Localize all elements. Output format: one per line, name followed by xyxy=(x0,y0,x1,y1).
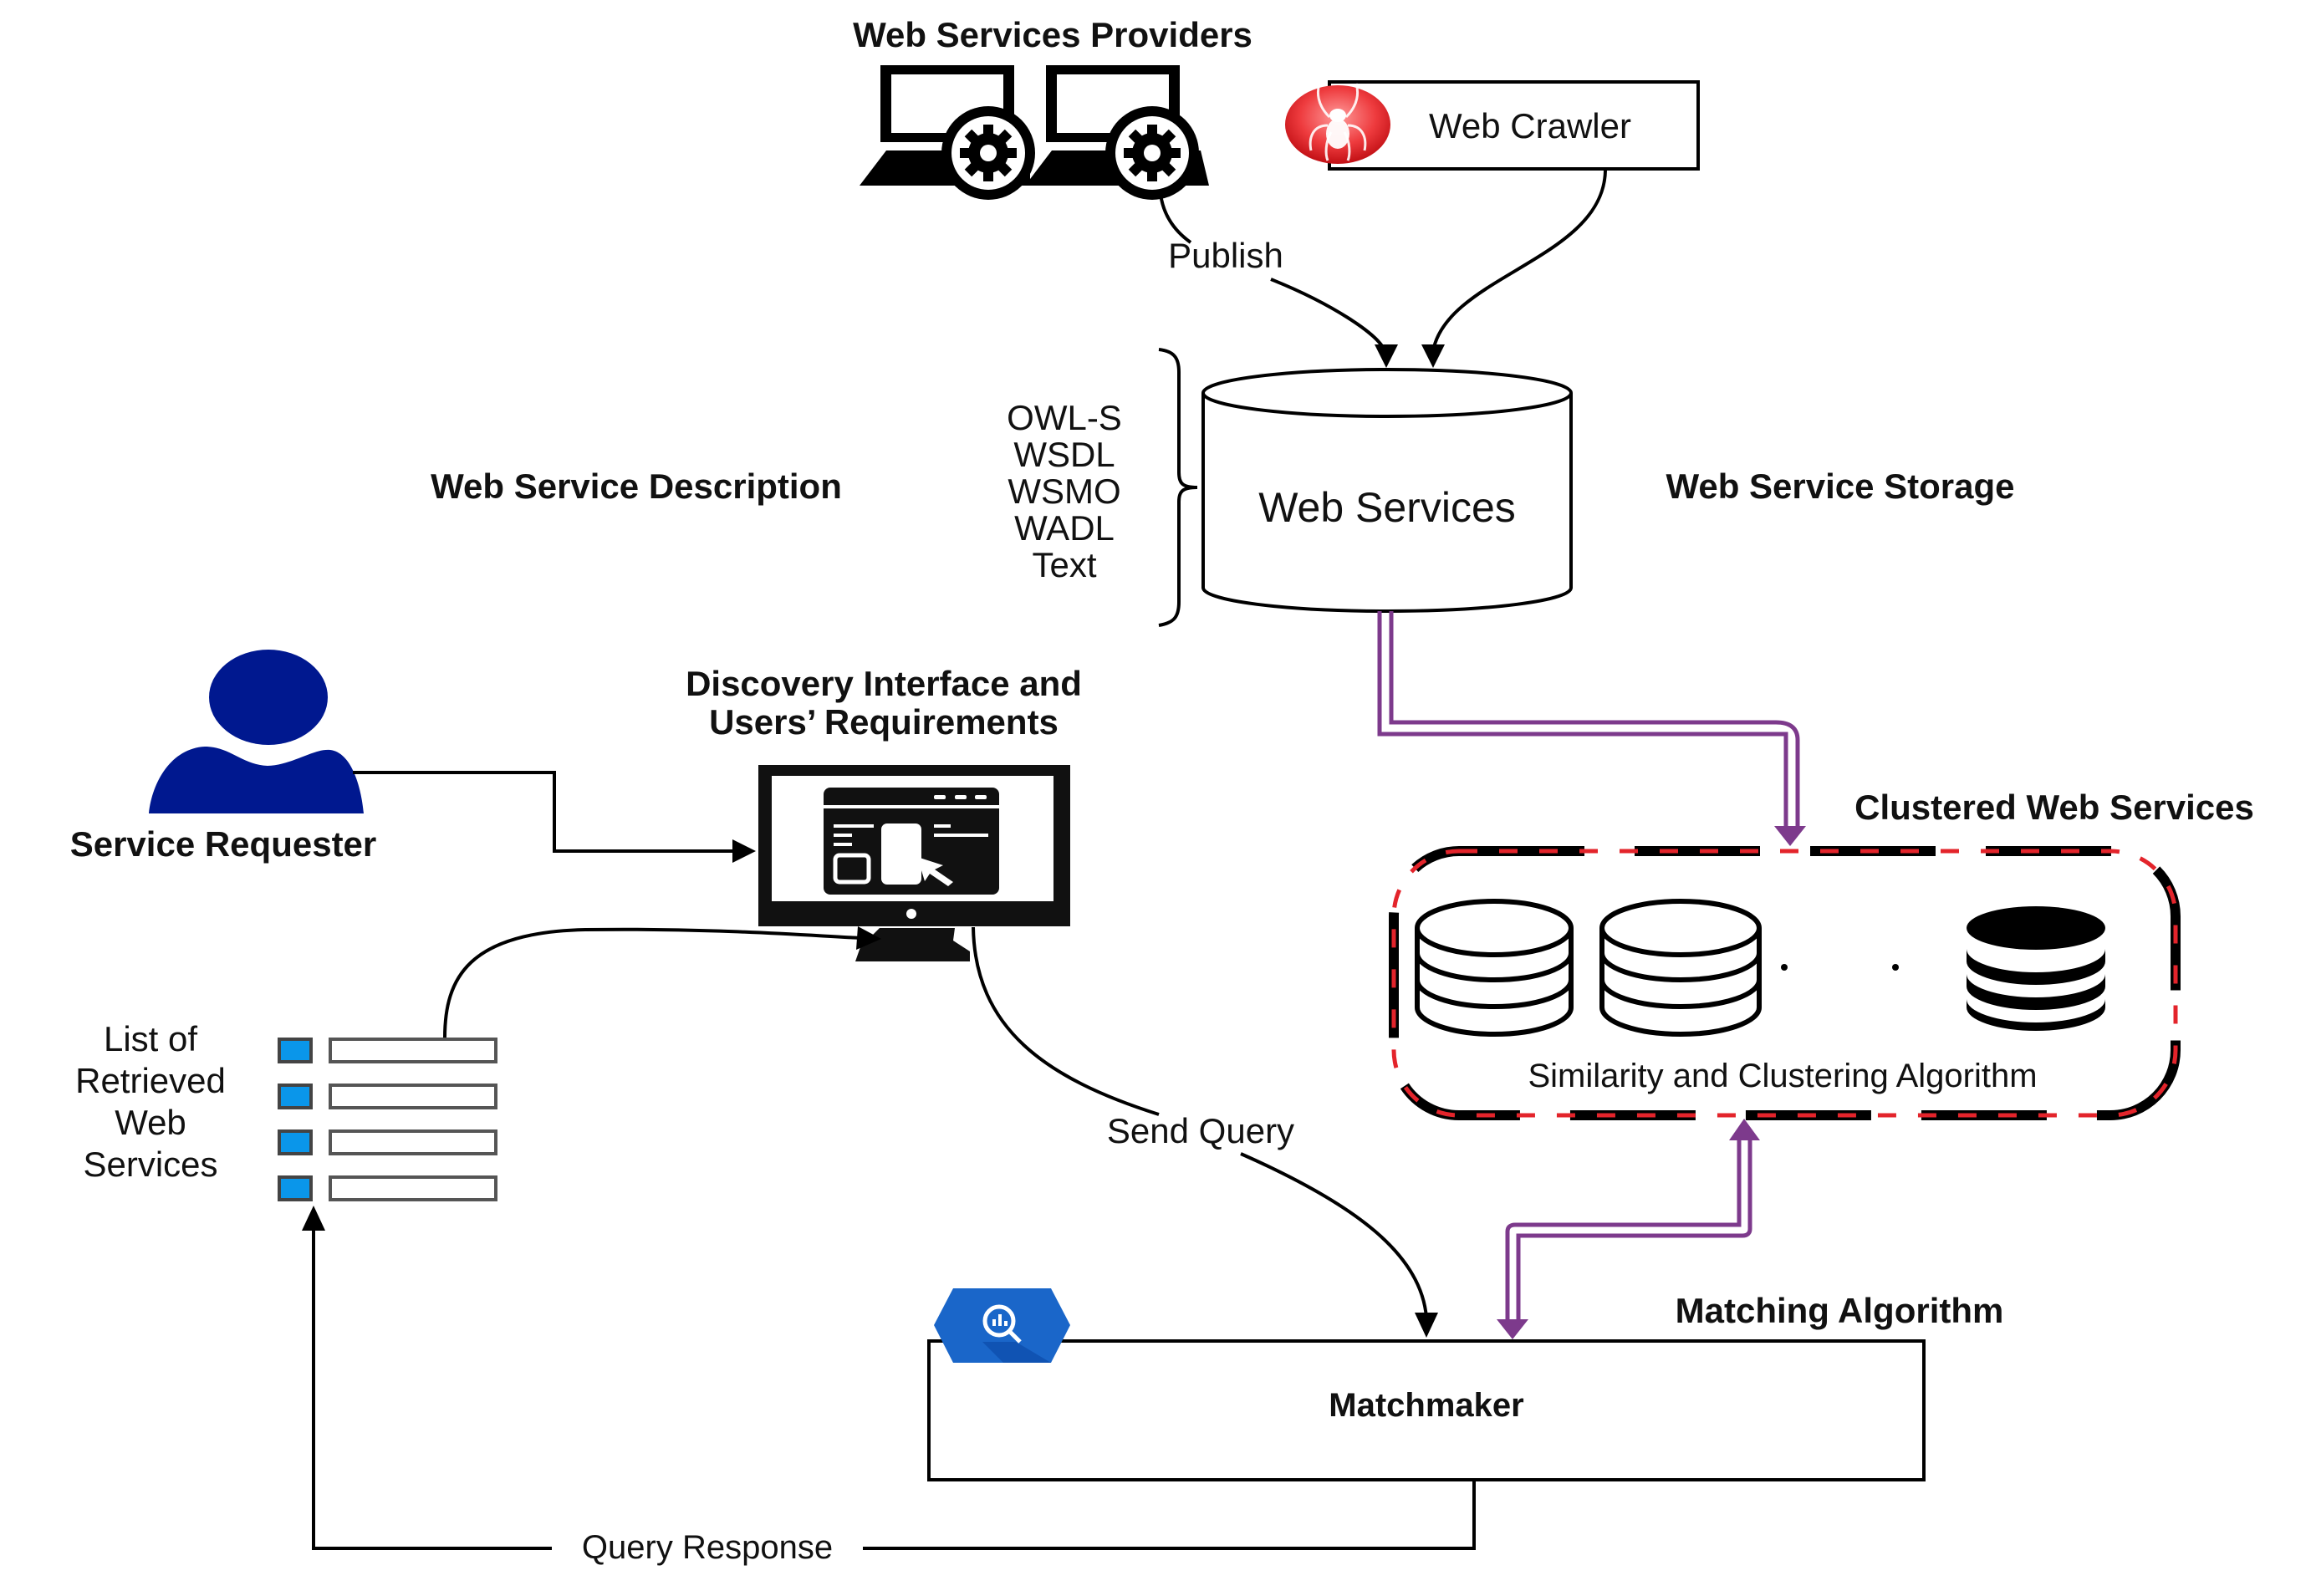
clustered-title: Clustered Web Services xyxy=(1854,788,2254,827)
monitor-browser-icon xyxy=(758,765,1070,961)
crawler-arrowhead xyxy=(1421,344,1445,368)
ellipsis-dot xyxy=(1892,964,1899,971)
list-item xyxy=(278,1038,497,1063)
format-list: OWL-S WSDL WSMO WADL Text xyxy=(1007,398,1122,584)
query-response-arrowhead xyxy=(302,1206,325,1231)
database-stack-icon xyxy=(1599,899,1762,1037)
laptop-gear-icon xyxy=(860,65,1209,200)
curly-brace xyxy=(1158,348,1198,627)
query-response-connector-left xyxy=(312,1229,552,1550)
interface-title-line1: Discovery Interface and xyxy=(686,664,1082,703)
providers-title: Web Services Providers xyxy=(853,15,1252,54)
cylinder-label: Web Services xyxy=(1258,484,1516,531)
requester-to-interface-connector xyxy=(353,771,736,853)
format-item: Text xyxy=(1032,545,1096,584)
list-item xyxy=(278,1175,497,1201)
database-stack-icon-filled xyxy=(1967,906,2105,1031)
send-query-arrowhead xyxy=(1415,1313,1438,1338)
user-icon xyxy=(149,650,364,813)
crawler-arrow xyxy=(1431,170,1607,352)
list-label-line: Web xyxy=(115,1103,186,1142)
query-response-label: Query Response xyxy=(582,1529,833,1566)
query-response-connector-right xyxy=(863,1480,1476,1550)
list-label-line: Services xyxy=(83,1145,217,1184)
format-item: OWL-S xyxy=(1007,398,1122,437)
format-item: WADL xyxy=(1014,508,1115,548)
list-label-line: Retrieved xyxy=(75,1061,226,1100)
matchmaker-label: Matchmaker xyxy=(1329,1387,1523,1424)
retrieved-list xyxy=(278,1038,497,1201)
bigquery-hexagon-icon xyxy=(934,1288,1070,1363)
list-item xyxy=(278,1129,497,1155)
ellipsis-dot xyxy=(1781,964,1788,971)
format-item: WSMO xyxy=(1008,472,1120,511)
storage-to-cluster-flow xyxy=(1377,611,1806,846)
requester-arrowhead xyxy=(732,839,756,863)
crawler-label: Web Crawler xyxy=(1429,106,1631,145)
database-stack-icon xyxy=(1415,899,1574,1037)
list-label-line: List of xyxy=(104,1019,197,1058)
description-title: Web Service Description xyxy=(431,467,842,506)
publish-arrow xyxy=(1270,278,1386,352)
web-crawler-node: Web Crawler xyxy=(1285,80,1700,171)
send-query-label: Send Query xyxy=(1107,1111,1294,1150)
web-services-storage-cylinder: Web Services xyxy=(1201,368,1573,613)
send-query-connector xyxy=(972,926,1160,1116)
send-query-arrow xyxy=(1240,1152,1428,1318)
publish-label: Publish xyxy=(1168,236,1283,275)
matching-algorithm-title: Matching Algorithm xyxy=(1676,1291,2004,1330)
retrieved-list-label: List of Retrieved Web Services xyxy=(75,1019,226,1184)
format-item: WSDL xyxy=(1013,435,1115,474)
interface-title-line2: Users’ Requirements xyxy=(709,702,1059,742)
publish-arrowhead xyxy=(1375,344,1398,368)
matchmaker-node: Matchmaker xyxy=(927,1339,1926,1481)
requester-label: Service Requester xyxy=(70,824,377,864)
storage-title: Web Service Storage xyxy=(1666,467,2014,506)
list-item xyxy=(278,1084,497,1109)
clustering-algorithm-label: Similarity and Clustering Algorithm xyxy=(1528,1058,2037,1094)
list-to-interface-connector xyxy=(443,927,862,1038)
architecture-diagram: Web Services Providers Web Crawler Publi… xyxy=(70,15,2254,1566)
